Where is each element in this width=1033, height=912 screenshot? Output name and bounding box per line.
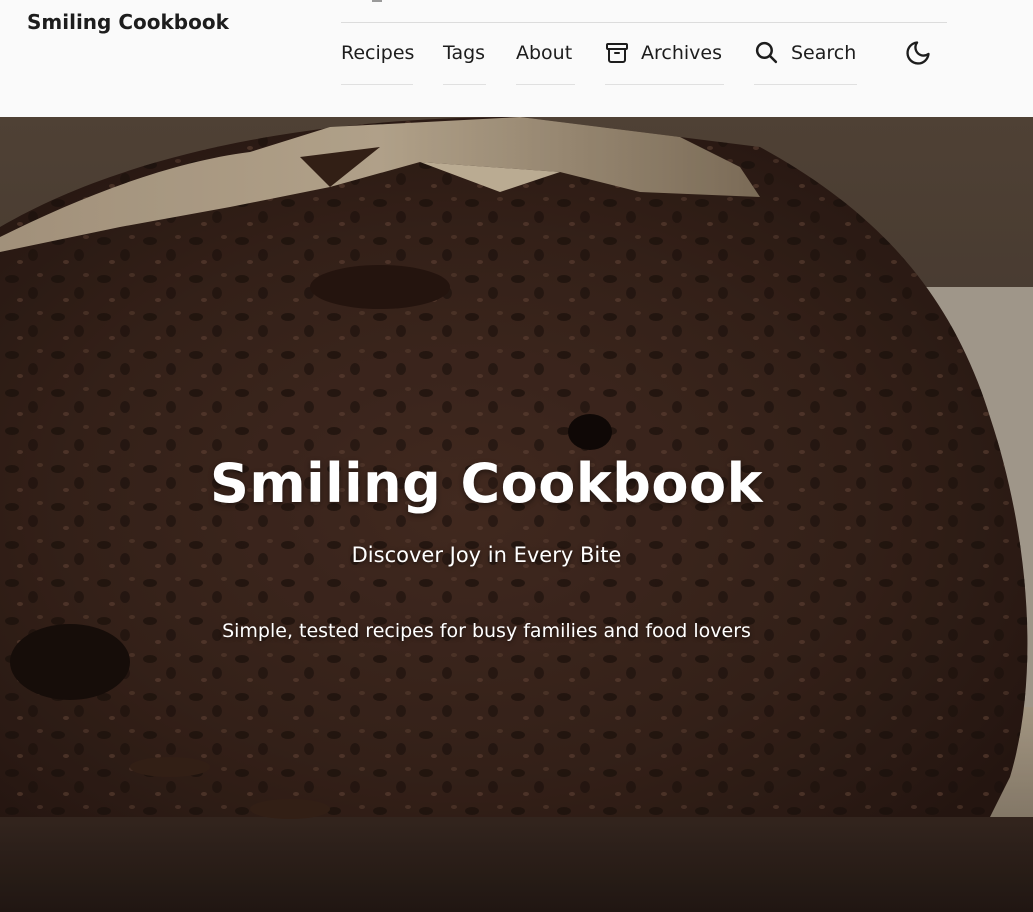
hero-banner: Smiling Cookbook Discover Joy in Every B…: [0, 117, 1033, 912]
nav-item-label: About: [516, 41, 573, 64]
archive-icon: [605, 41, 629, 65]
search-icon: [754, 40, 779, 65]
nav-item-label: Recipes: [341, 41, 415, 64]
site-header: Smiling Cookbook Recipes Tags About Arch…: [0, 0, 1033, 117]
nav-divider-stub: [372, 0, 382, 2]
hero-subtitle: Discover Joy in Every Bite: [351, 543, 622, 567]
nav-item-search[interactable]: Search: [754, 37, 857, 85]
theme-toggle-button[interactable]: [903, 40, 933, 70]
site-logo-link[interactable]: Smiling Cookbook: [27, 10, 229, 34]
nav-item-label: Tags: [443, 41, 486, 64]
nav-item-tags[interactable]: Tags: [443, 37, 486, 85]
nav-item-recipes[interactable]: Recipes: [341, 37, 415, 85]
nav-divider: [341, 22, 947, 23]
hero-title: Smiling Cookbook: [209, 452, 764, 515]
nav-item-label: Archives: [641, 41, 722, 64]
moon-icon: [904, 39, 932, 71]
main-nav: Recipes Tags About Archives Search: [341, 37, 857, 85]
hero-tagline: Simple, tested recipes for busy families…: [222, 620, 751, 642]
nav-item-label: Search: [791, 41, 857, 64]
nav-item-archives[interactable]: Archives: [605, 37, 724, 85]
nav-item-about[interactable]: About: [516, 37, 575, 85]
